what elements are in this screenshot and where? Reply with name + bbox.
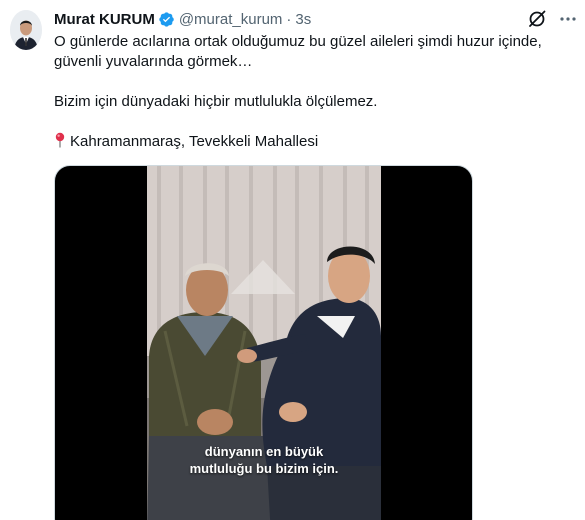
grok-icon[interactable] xyxy=(526,8,548,30)
tweet-header: Murat KURUM @murat_kurum · 3s xyxy=(54,8,535,30)
author-handle[interactable]: @murat_kurum xyxy=(179,11,283,28)
more-options-icon[interactable] xyxy=(558,8,578,30)
video-caption-line1: dünyanın en büyük xyxy=(204,444,324,459)
tweet-location: Kahramanmaraş, Tevekkeli Mahallesi xyxy=(54,132,579,152)
separator-dot: · xyxy=(286,10,292,28)
round-pushpin-icon xyxy=(54,132,66,148)
verified-badge-icon xyxy=(158,11,175,28)
author-display-name[interactable]: Murat KURUM xyxy=(54,11,155,28)
video-caption: dünyanın en büyük mutluluğu bu bizim içi… xyxy=(147,443,381,477)
avatar[interactable] xyxy=(10,10,42,50)
avatar-image xyxy=(10,10,42,50)
video-player[interactable]: dünyanın en büyük mutluluğu bu bizim içi… xyxy=(54,165,473,520)
tweet-text: O günlerde acılarına ortak olduğumuz bu … xyxy=(54,32,579,152)
timestamp[interactable]: 3s xyxy=(295,11,311,28)
tweet-text-line1: O günlerde acılarına ortak olduğumuz bu … xyxy=(54,33,542,70)
video-caption-line2: mutluluğu bu bizim için. xyxy=(189,461,339,476)
tweet: Murat KURUM @murat_kurum · 3s O günlerde… xyxy=(0,0,585,520)
tweet-text-line2: Bizim için dünyadaki hiçbir mutlulukla ö… xyxy=(54,93,378,110)
location-text: Kahramanmaraş, Tevekkeli Mahallesi xyxy=(70,133,319,150)
